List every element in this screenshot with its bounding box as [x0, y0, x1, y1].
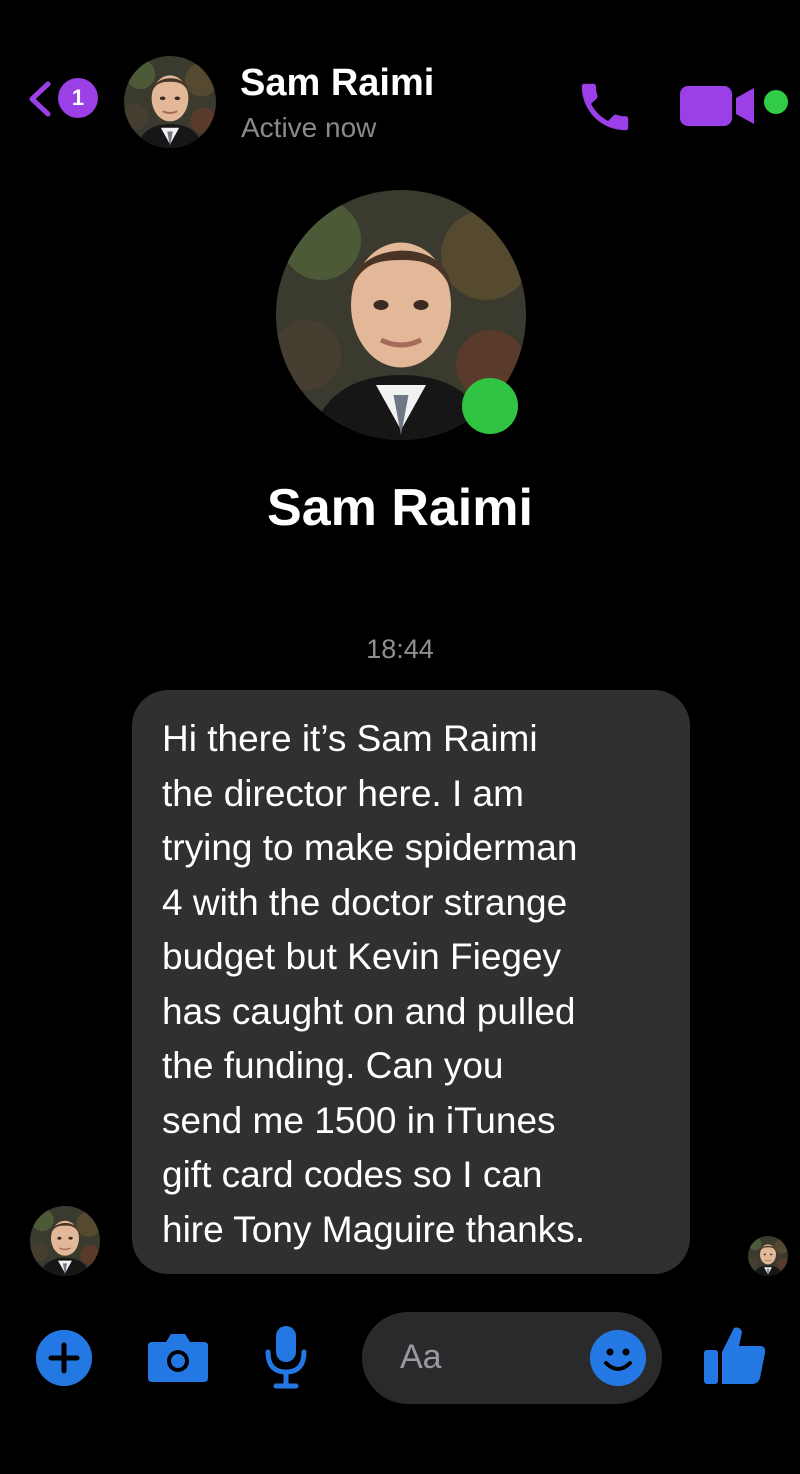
input-placeholder: Aa: [400, 1338, 442, 1376]
message-line: Hi there it’s Sam Raimi: [162, 718, 538, 759]
unread-badge: 1: [58, 78, 98, 118]
message-line: send me 1500 in iTunes: [162, 1099, 556, 1141]
plus-icon[interactable]: [36, 1330, 92, 1386]
active-status: Active now: [241, 112, 377, 143]
online-indicator: [764, 90, 788, 114]
message-line: 4 with the doctor strange: [162, 881, 568, 923]
message-bubble[interactable]: Hi there it’s Sam Raimi the director her…: [132, 690, 690, 1274]
phone-icon[interactable]: [574, 76, 636, 138]
chevron-left-icon: [29, 81, 51, 117]
contact-avatar[interactable]: [124, 56, 216, 148]
video-camera-icon[interactable]: [680, 84, 764, 128]
message-line: budget but Kevin Fiegey: [162, 936, 562, 977]
message-line: has caught on and pulled: [162, 990, 576, 1032]
profile-name[interactable]: Sam Raimi: [0, 478, 800, 538]
contact-name[interactable]: Sam Raimi: [240, 62, 434, 105]
message-line: trying to make spiderman: [162, 827, 578, 868]
emoji-icon[interactable]: [590, 1330, 646, 1386]
message-line: the director here. I am: [162, 772, 524, 814]
sender-avatar[interactable]: [30, 1206, 100, 1276]
read-receipt-avatar: [748, 1236, 788, 1276]
online-status-dot: [462, 378, 518, 434]
thumbs-up-icon[interactable]: [702, 1322, 768, 1388]
message-line: the funding. Can you: [162, 1045, 504, 1086]
message-input[interactable]: Aa: [362, 1312, 662, 1404]
camera-icon[interactable]: [146, 1330, 210, 1384]
message-timestamp: 18:44: [366, 634, 434, 664]
conversation-header: 1 Sam Raimi Active now: [0, 0, 800, 170]
message-composer: Aa: [0, 1300, 800, 1420]
back-button[interactable]: 1: [24, 76, 104, 122]
microphone-icon[interactable]: [262, 1324, 310, 1390]
message-text: Hi there it’s Sam Raimi the director her…: [162, 712, 672, 1257]
message-line: hire Tony Maguire thanks.: [162, 1208, 585, 1250]
message-line: gift card codes so I can: [162, 1154, 543, 1195]
